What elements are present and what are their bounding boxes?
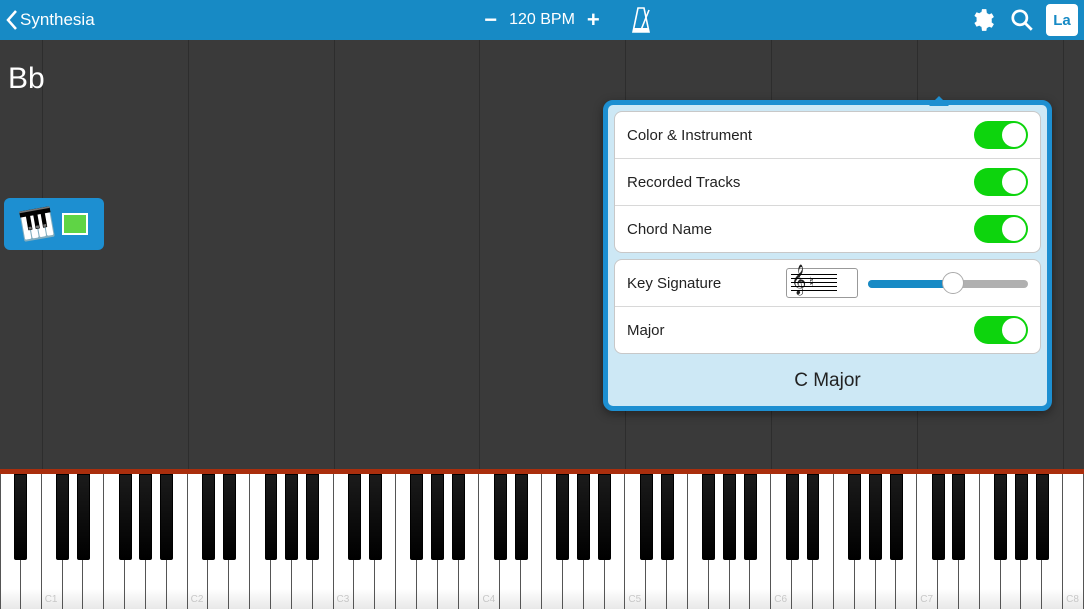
black-key[interactable] [556,474,569,560]
piano-keys[interactable]: C1 C2 C3 C4 C5 C6 C7 C8 [0,474,1084,609]
black-key[interactable] [56,474,69,560]
selected-key-display: C Major [608,358,1047,406]
row-label: Major [627,322,665,339]
black-key[interactable] [77,474,90,560]
black-key[interactable] [431,474,444,560]
note-fall-area: Bb 🎹 Color & Instrument Recorded Tracks … [0,40,1084,469]
key-label: C8 [1066,594,1079,605]
tempo-control: − 120 BPM + [480,9,604,31]
key-label: C1 [45,594,58,605]
black-key[interactable] [1015,474,1028,560]
gear-icon [969,7,995,33]
chord-name-display: Bb [8,62,45,96]
search-button[interactable] [1006,4,1038,36]
toggle-chord-name[interactable] [974,215,1028,243]
key-label: C4 [482,594,495,605]
toggle-recorded-tracks[interactable] [974,168,1028,196]
piano-icon: 🎹 [17,205,57,244]
black-key[interactable] [848,474,861,560]
black-key[interactable] [265,474,278,560]
black-key[interactable] [807,474,820,560]
key-label: C7 [920,594,933,605]
row-chord-name: Chord Name [615,206,1040,252]
white-key[interactable] [1063,474,1084,609]
black-key[interactable] [661,474,674,560]
slider-thumb[interactable] [942,272,964,294]
track-chip[interactable]: 🎹 [4,198,104,250]
black-key[interactable] [702,474,715,560]
tempo-minus-button[interactable]: − [480,9,501,31]
black-key[interactable] [369,474,382,560]
settings-button[interactable] [966,4,998,36]
magnify-icon [1009,7,1035,33]
popover-section-toggles: Color & Instrument Recorded Tracks Chord… [614,111,1041,253]
black-key[interactable] [932,474,945,560]
back-button[interactable]: Synthesia [0,0,107,40]
view-settings-popover: Color & Instrument Recorded Tracks Chord… [603,100,1052,411]
row-color-instrument: Color & Instrument [615,112,1040,159]
black-key[interactable] [119,474,132,560]
row-key-signature: Key Signature 𝄞 ♮ [615,260,1040,307]
black-key[interactable] [160,474,173,560]
toggle-color-instrument[interactable] [974,121,1028,149]
black-key[interactable] [410,474,423,560]
black-key[interactable] [598,474,611,560]
metronome-icon [630,6,652,34]
black-key[interactable] [869,474,882,560]
black-key[interactable] [285,474,298,560]
key-signature-staff: 𝄞 ♮ [786,268,858,298]
black-key[interactable] [723,474,736,560]
back-label: Synthesia [20,10,95,30]
row-label: Color & Instrument [627,127,752,144]
black-key[interactable] [744,474,757,560]
top-bar: Synthesia − 120 BPM + La [0,0,1084,40]
black-key[interactable] [994,474,1007,560]
row-label: Chord Name [627,221,712,238]
key-signature-slider[interactable] [868,271,1028,295]
black-key[interactable] [139,474,152,560]
black-key[interactable] [952,474,965,560]
row-recorded-tracks: Recorded Tracks [615,159,1040,206]
key-label: C6 [774,594,787,605]
row-label: Recorded Tracks [627,174,740,191]
track-color-swatch [62,213,88,235]
black-key[interactable] [348,474,361,560]
piano-keyboard: C1 C2 C3 C4 C5 C6 C7 C8 [0,469,1084,609]
black-key[interactable] [306,474,319,560]
black-key[interactable] [494,474,507,560]
black-key[interactable] [515,474,528,560]
black-key[interactable] [452,474,465,560]
key-label: C3 [337,594,350,605]
black-key[interactable] [223,474,236,560]
black-key[interactable] [890,474,903,560]
black-key[interactable] [1036,474,1049,560]
black-key[interactable] [640,474,653,560]
toggle-major[interactable] [974,316,1028,344]
labels-button-text: La [1053,12,1071,29]
key-label: C2 [191,594,204,605]
black-key[interactable] [14,474,27,560]
tempo-plus-button[interactable]: + [583,9,604,31]
black-key[interactable] [786,474,799,560]
row-label: Key Signature [627,275,721,292]
popover-section-key: Key Signature 𝄞 ♮ Major [614,259,1041,354]
black-key[interactable] [577,474,590,560]
metronome-button[interactable] [620,0,662,40]
labels-button[interactable]: La [1046,4,1078,36]
row-major: Major [615,307,1040,353]
topbar-right: La [966,0,1078,40]
black-key[interactable] [202,474,215,560]
chevron-left-icon [4,8,20,32]
tempo-value: 120 BPM [509,11,575,29]
key-label: C5 [628,594,641,605]
